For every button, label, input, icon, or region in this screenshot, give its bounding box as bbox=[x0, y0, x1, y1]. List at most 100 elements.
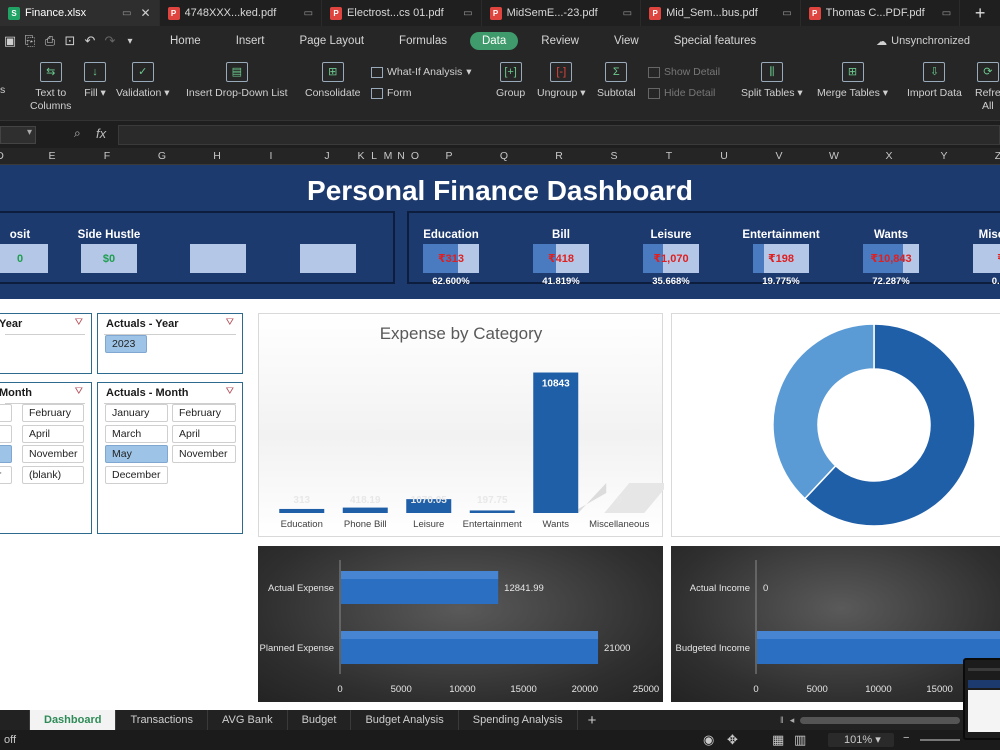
insert-dropdown-list-button[interactable]: ▤ Insert Drop-Down List bbox=[186, 62, 288, 100]
tab-window-icon[interactable]: ▭ bbox=[122, 8, 131, 19]
menu-special-features[interactable]: Special features bbox=[662, 32, 768, 50]
file-tab[interactable]: P MidSemE...-23.pdf ▭ bbox=[482, 0, 642, 26]
add-sheet-icon[interactable]: + bbox=[578, 710, 607, 730]
tab-window-icon[interactable]: ▭ bbox=[942, 8, 951, 19]
import-data-button[interactable]: ⇩ Import Data bbox=[907, 62, 962, 100]
what-if-analysis-button[interactable]: What-If Analysis ▾ bbox=[371, 66, 472, 78]
ribbon-partial-left[interactable]: s bbox=[0, 84, 5, 97]
tab-window-icon[interactable]: ▭ bbox=[304, 8, 313, 19]
formula-input[interactable] bbox=[118, 125, 1000, 145]
column-header-l[interactable]: L bbox=[371, 150, 377, 162]
refresh-all-button[interactable]: ⟳ Refre All bbox=[975, 62, 1000, 113]
column-header-u[interactable]: U bbox=[720, 150, 728, 162]
zoom-formula-icon[interactable]: ⌕ bbox=[74, 126, 81, 141]
split-handle-icon[interactable]: ‖ bbox=[780, 715, 784, 725]
column-header-n[interactable]: N bbox=[397, 150, 405, 162]
hide-detail-button[interactable]: Hide Detail bbox=[648, 87, 715, 99]
save-icon[interactable]: ▣ bbox=[0, 33, 20, 49]
sheet-tab-spending-analysis[interactable]: Spending Analysis bbox=[459, 710, 578, 730]
zoom-slider[interactable] bbox=[920, 739, 960, 741]
column-header-f[interactable]: F bbox=[104, 150, 110, 162]
menu-insert[interactable]: Insert bbox=[224, 32, 277, 50]
zoom-level[interactable]: 101% ▾ bbox=[828, 733, 894, 747]
fill-button[interactable]: ↓ Fill ▾ bbox=[84, 62, 106, 100]
file-tab[interactable]: S Finance.xlsx ▭ ✕ bbox=[0, 0, 160, 26]
sheet-tab-budget-analysis[interactable]: Budget Analysis bbox=[351, 710, 459, 730]
column-header-q[interactable]: Q bbox=[500, 150, 508, 162]
column-header-e[interactable]: E bbox=[48, 150, 55, 162]
scroll-thumb[interactable] bbox=[800, 716, 960, 724]
consolidate-button[interactable]: ⊞ Consolidate bbox=[305, 62, 360, 100]
sheet-tab-avg-bank[interactable]: AVG Bank bbox=[208, 710, 288, 730]
new-tab-icon[interactable]: + bbox=[960, 0, 1000, 26]
slicer-item-march[interactable]: March bbox=[105, 424, 168, 443]
slicer-item-december[interactable]: December bbox=[105, 465, 168, 484]
subtotal-button[interactable]: Σ Subtotal bbox=[597, 62, 636, 100]
column-header-y[interactable]: Y bbox=[940, 150, 947, 162]
slicer-item-item[interactable] bbox=[0, 404, 12, 422]
column-header-r[interactable]: R bbox=[555, 150, 563, 162]
slicer-item-er[interactable]: er bbox=[0, 465, 12, 484]
column-header-d[interactable]: D bbox=[0, 150, 4, 162]
slicer-item-april[interactable]: April bbox=[22, 424, 84, 443]
undo-icon[interactable]: ↶ bbox=[80, 33, 100, 49]
merge-tables-button[interactable]: ⊞ Merge Tables ▾ bbox=[817, 62, 888, 100]
menu-formulas[interactable]: Formulas bbox=[387, 32, 459, 50]
slicer-item-item[interactable] bbox=[0, 424, 12, 443]
menu-home[interactable]: Home bbox=[158, 32, 213, 50]
column-header-m[interactable]: M bbox=[384, 150, 393, 162]
show-detail-button[interactable]: Show Detail bbox=[648, 66, 720, 78]
column-header-p[interactable]: P bbox=[445, 150, 452, 162]
slicer-item-may[interactable]: May bbox=[105, 445, 168, 463]
fx-icon[interactable]: fx bbox=[96, 126, 106, 141]
sheet-tab-dashboard[interactable]: Dashboard bbox=[30, 710, 117, 730]
slicer-item-item[interactable] bbox=[0, 445, 12, 463]
sheet-nav-area[interactable] bbox=[0, 710, 30, 730]
customize-dropdown-icon[interactable]: ▾ bbox=[120, 36, 140, 47]
slicer-item-february[interactable]: February bbox=[22, 404, 84, 422]
clear-filter-icon[interactable]: ⛛ bbox=[75, 317, 83, 328]
split-tables-button[interactable]: ⫼ Split Tables ▾ bbox=[741, 62, 803, 100]
file-tab[interactable]: P Thomas C...PDF.pdf ▭ bbox=[801, 0, 961, 26]
slicer-item-november[interactable]: November bbox=[22, 445, 84, 463]
actuals-year-slicer[interactable]: Actuals - Year ⛛ 2023 bbox=[97, 313, 243, 374]
navigation-icon[interactable]: ✥ bbox=[727, 732, 738, 748]
print-icon[interactable]: ⎙ bbox=[40, 33, 60, 49]
column-header-g[interactable]: G bbox=[158, 150, 166, 162]
actuals-month-slicer[interactable]: Actuals - Month ⛛ January February March Ap… bbox=[97, 382, 243, 534]
tab-window-icon[interactable]: ▭ bbox=[782, 8, 791, 19]
year-slicer[interactable]: Year ⛛ bbox=[0, 313, 92, 374]
column-header-k[interactable]: K bbox=[357, 150, 364, 162]
sheet-tab-transactions[interactable]: Transactions bbox=[116, 710, 209, 730]
text-to-columns-button[interactable]: ⇆ Text to Columns bbox=[30, 62, 71, 113]
redo-icon[interactable]: ↷ bbox=[100, 33, 120, 49]
group-button[interactable]: [+] Group bbox=[496, 62, 525, 100]
expense-comparison-chart[interactable]: Actual Expense 12841.99 Planned Expense 210… bbox=[258, 546, 663, 702]
month-slicer[interactable]: Month ⛛ February April November er (blank) bbox=[0, 382, 92, 534]
validation-button[interactable]: ✓ Validation ▾ bbox=[116, 62, 170, 100]
slicer-item-november[interactable]: November bbox=[172, 445, 236, 463]
column-header-x[interactable]: X bbox=[885, 150, 892, 162]
column-header-h[interactable]: H bbox=[213, 150, 221, 162]
window-thumbnail[interactable] bbox=[963, 658, 1000, 740]
export-icon[interactable]: ⎘ bbox=[20, 33, 40, 49]
column-header-o[interactable]: O bbox=[411, 150, 419, 162]
column-header-w[interactable]: W bbox=[829, 150, 839, 162]
column-header-z[interactable]: Z bbox=[995, 150, 1000, 162]
column-header-i[interactable]: I bbox=[270, 150, 273, 162]
slicer-item-january[interactable]: January bbox=[105, 404, 168, 422]
normal-view-icon[interactable]: ▦ bbox=[772, 732, 784, 748]
income-comparison-chart[interactable]: Actual Income 0 Budgeted Income 0 5000 10000 1… bbox=[671, 546, 1000, 702]
menu-review[interactable]: Review bbox=[529, 32, 591, 50]
slicer-item-february[interactable]: February bbox=[172, 404, 236, 422]
clear-filter-icon[interactable]: ⛛ bbox=[226, 317, 234, 328]
zoom-out-icon[interactable]: − bbox=[903, 732, 909, 744]
clear-filter-icon[interactable]: ⛛ bbox=[75, 386, 83, 397]
close-tab-icon[interactable]: ✕ bbox=[140, 6, 150, 20]
column-header-v[interactable]: V bbox=[775, 150, 782, 162]
slicer-item-2023[interactable]: 2023 bbox=[105, 335, 147, 353]
menu-data[interactable]: Data bbox=[469, 32, 519, 50]
eye-protection-icon[interactable]: ◉ bbox=[703, 732, 714, 748]
horizontal-scrollbar[interactable]: ‖ ◂ bbox=[780, 710, 960, 730]
scroll-left-icon[interactable]: ◂ bbox=[790, 715, 795, 726]
